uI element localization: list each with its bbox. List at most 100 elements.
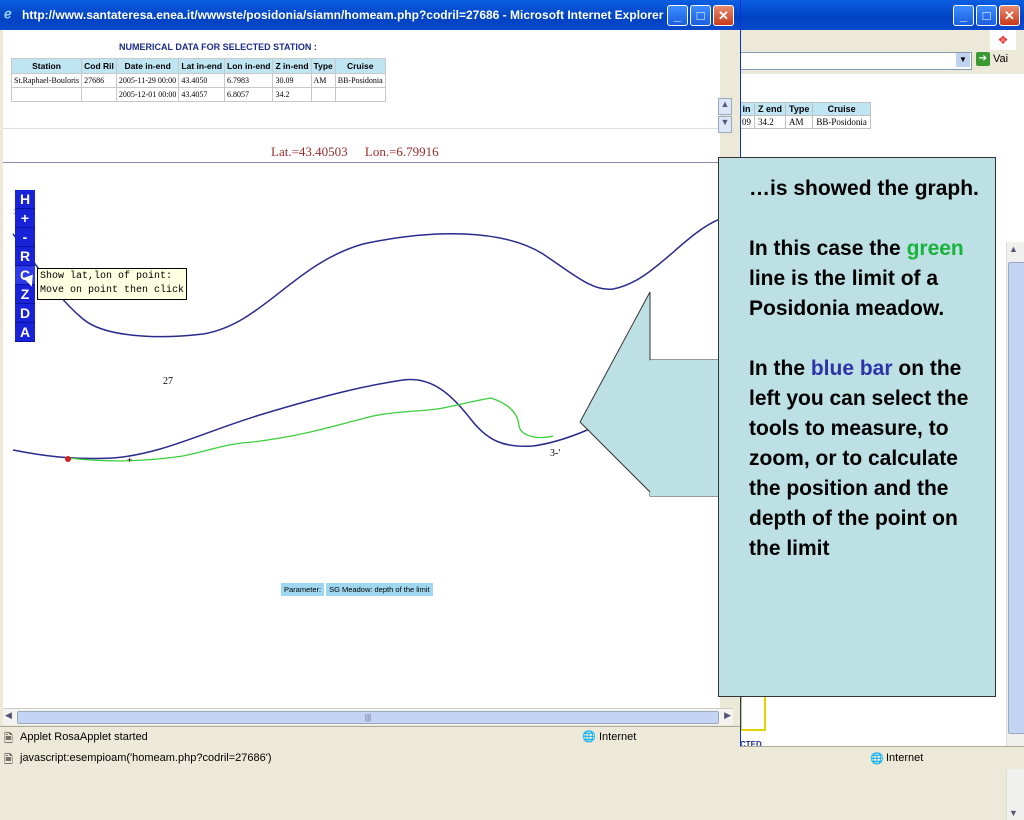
popup-window-controls: _ □ ✕	[667, 5, 734, 26]
station-table-header-cell: Lon in-end	[224, 58, 274, 74]
station-table-cell: 43.4057	[178, 87, 226, 102]
station-table-cell	[81, 87, 117, 102]
background-table-header-cell: Z end	[754, 102, 786, 116]
address-dropdown-icon[interactable]: ▼	[956, 53, 970, 67]
blue-highlight: blue bar	[810, 357, 893, 380]
station-table-header-cell: Z in-end	[272, 58, 312, 74]
background-window-controls: _ □ ✕	[953, 5, 1020, 26]
tool-button-H[interactable]: H	[15, 190, 35, 209]
scroll-up-icon[interactable]: ▲	[1009, 244, 1018, 254]
green-highlight: green	[906, 237, 964, 260]
background-vertical-scrollbar[interactable]: ▲ ▼	[1006, 242, 1024, 820]
station-table-cell	[334, 87, 386, 102]
popup-horizontal-scrollbar[interactable]: ◀ ||| ▶	[3, 708, 733, 725]
background-table-header-cell: Type	[784, 102, 814, 116]
background-menu-bar	[738, 30, 1024, 51]
popup-title-text: http://www.santateresa.enea.it/wwwste/po…	[22, 8, 664, 22]
station-table-header-cell: Type	[310, 58, 336, 74]
background-table-header-cell: Cruise	[812, 102, 871, 116]
maximize-button[interactable]: □	[976, 5, 997, 26]
station-table-header: Station Cod Ril Date in-end Lat in-end Lon i…	[10, 58, 386, 74]
callout-p2-start: In this case the	[749, 237, 907, 260]
station-table-header-cell: Cod Ril	[81, 58, 117, 74]
station-table-cell: 43.4050	[178, 73, 226, 88]
windows-logo-icon: ❖	[990, 30, 1016, 50]
station-table-row: 2005-12-01 00:00 43.4057 6.8057 34.2	[10, 87, 386, 102]
longitude-readout: Lon.=6.79916	[364, 144, 439, 159]
callout-p3-start: In the	[749, 357, 811, 380]
station-table-cell: 27686	[81, 73, 117, 88]
callout-p2-end: line is the limit of a Posidonia meadow.	[749, 267, 945, 320]
go-arrow-icon: ➔	[976, 52, 990, 66]
callout-paragraph-3: In the blue bar on the left you can sele…	[749, 354, 989, 564]
depth-label-27: 27	[163, 376, 173, 387]
applet-icon: 🗎	[4, 733, 13, 745]
station-table-cell: AM	[310, 73, 336, 88]
tooltip-line-2: Move on point then click	[40, 285, 185, 296]
frame-scroll-up-icon[interactable]: ▲	[718, 98, 732, 115]
background-data-table: in Z end Type Cruise 09 34.2 AM BB-Posidonia	[738, 102, 871, 129]
popup-zone-text: Internet	[599, 731, 637, 743]
tooltip-line-1: Show lat,lon of point:	[40, 271, 173, 282]
station-table-cell	[310, 87, 336, 102]
station-table-cell: 34.2	[272, 87, 312, 102]
page-icon: 🗎	[4, 754, 13, 766]
station-table-cell: St.Raphael-Bouloris	[10, 73, 83, 88]
scroll-left-icon[interactable]: ◀	[5, 710, 12, 721]
station-table-cell: 6.7983	[224, 73, 274, 88]
tool-button-R[interactable]: R	[15, 247, 35, 266]
chart-top-border	[3, 162, 720, 163]
depth-label-3: 3-'	[550, 448, 561, 459]
tool-button-A[interactable]: A	[15, 323, 35, 342]
parameter-label: Parameter:	[281, 583, 325, 596]
background-table-cell: BB-Posidonia	[812, 115, 871, 129]
go-label: Vai	[993, 53, 1009, 65]
popup-scroll-thumb[interactable]: |||	[17, 711, 719, 724]
frame-scroll-down-icon[interactable]: ▼	[718, 116, 732, 133]
station-data-table: Station Cod Ril Date in-end Lat in-end Lon i…	[10, 58, 386, 102]
selected-point-marker[interactable]	[65, 456, 71, 462]
close-button[interactable]: ✕	[999, 5, 1020, 26]
popup-close-button[interactable]: ✕	[713, 5, 734, 26]
background-table-cell: AM	[784, 115, 814, 129]
background-zone-text: Internet	[886, 752, 924, 764]
tool-button-Z[interactable]: Z	[15, 285, 35, 304]
popup-globe-icon: 🌐	[582, 731, 596, 743]
globe-icon: 🌐	[870, 753, 884, 765]
go-button[interactable]: ➔ Vai	[976, 52, 1008, 66]
minimize-button[interactable]: _	[953, 5, 974, 26]
crosshair-marker: +	[127, 455, 132, 465]
background-scroll-thumb[interactable]	[1008, 262, 1024, 734]
scroll-right-icon[interactable]: ▶	[724, 710, 731, 721]
station-table-header-cell: Lat in-end	[178, 58, 226, 74]
latitude-readout: Lat.=43.40503	[271, 144, 348, 159]
parameter-value: SG Meadow: depth of the limit	[326, 583, 433, 596]
explanation-callout: …is showed the graph. In this case the g…	[718, 157, 996, 697]
station-table-cell: BB-Posidonia	[334, 73, 386, 88]
station-table-cell	[10, 87, 83, 102]
tool-tooltip: Show lat,lon of point: Move on point the…	[37, 268, 188, 300]
popup-title-bar[interactable]: ℯ http://www.santateresa.enea.it/wwwste/…	[0, 0, 740, 30]
popup-status-text: Applet RosaApplet started	[20, 731, 148, 743]
background-status-bar: 🗎 javascript:esempioam('homeam.php?codri…	[0, 746, 1024, 769]
frame-vertical-scrollbar[interactable]: ▲ ▼	[718, 98, 732, 133]
station-table-cell: 2005-11-29 00:00	[115, 73, 180, 88]
numerical-data-heading: NUMERICAL DATA FOR SELECTED STATION :	[119, 42, 317, 52]
scroll-down-icon[interactable]: ▼	[1009, 808, 1018, 818]
callout-paragraph-1: …is showed the graph.	[749, 177, 979, 200]
background-table-header: in Z end Type Cruise	[738, 102, 871, 116]
tool-button-D[interactable]: D	[15, 304, 35, 323]
station-table-cell: 2005-12-01 00:00	[115, 87, 180, 102]
popup-minimize-button[interactable]: _	[667, 5, 688, 26]
callout-arrow	[579, 291, 720, 497]
station-table-body: St.Raphael-Bouloris 27686 2005-11-29 00:00…	[10, 73, 386, 102]
station-table-row: St.Raphael-Bouloris 27686 2005-11-29 00:00…	[10, 73, 386, 88]
parameter-indicator: Parameter: SG Meadow: depth of the limit	[281, 583, 433, 596]
address-input[interactable]	[738, 52, 972, 70]
tool-button-+[interactable]: +	[15, 209, 35, 228]
popup-maximize-button[interactable]: □	[690, 5, 711, 26]
tool-button--[interactable]: -	[15, 228, 35, 247]
popup-status-bar: 🗎 Applet RosaApplet started 🌐 Internet	[0, 726, 740, 747]
background-address-bar: ▼ ➔ Vai	[738, 50, 1024, 72]
callout-p3-end: on the left you can select the tools to …	[749, 357, 969, 560]
